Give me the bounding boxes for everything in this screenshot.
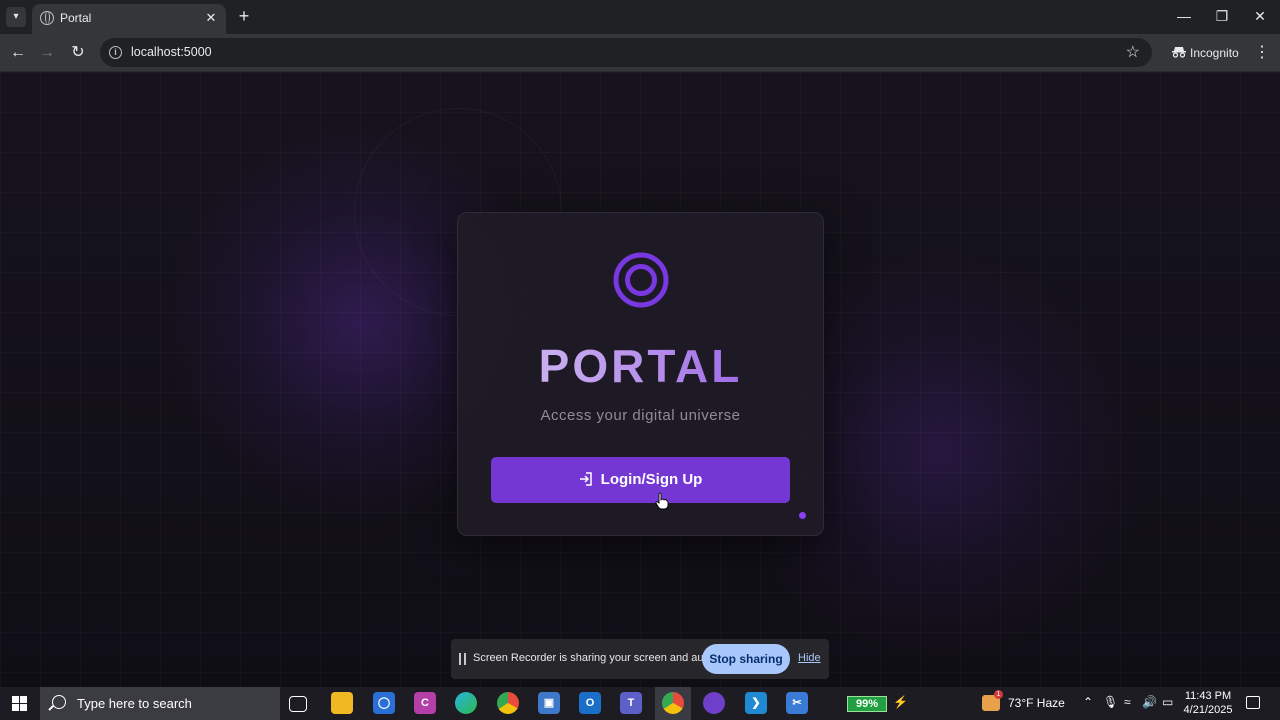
defender-icon[interactable]: ◯ (373, 692, 395, 714)
notification-center-icon[interactable] (1246, 696, 1260, 709)
taskbar-clock[interactable]: 11:43 PM 4/21/2025 (1182, 689, 1234, 717)
hand-cursor-icon (655, 492, 669, 510)
taskbar-search-box[interactable]: Type here to search (40, 687, 280, 720)
incognito-indicator[interactable]: Incognito (1164, 38, 1248, 67)
weather-badge: 1 (994, 690, 1003, 699)
weather-text[interactable]: 73°F Haze (1008, 696, 1065, 710)
taskbar-search-placeholder: Type here to search (77, 696, 192, 711)
site-info-icon[interactable]: i (109, 46, 122, 59)
restore-button[interactable]: ❐ (1210, 6, 1234, 26)
bookmark-star-icon[interactable]: ☆ (1126, 42, 1140, 62)
chrome-incognito-icon[interactable] (662, 692, 684, 714)
login-button-label: Login/Sign Up (600, 471, 703, 488)
charging-plug-icon: ⚡ (893, 695, 908, 709)
remote-desktop-icon[interactable]: ▣ (538, 692, 560, 714)
c-app-icon[interactable]: C (414, 692, 436, 714)
tab-title: Portal (60, 11, 92, 25)
close-window-button[interactable]: ✕ (1248, 6, 1272, 26)
globe-icon (40, 11, 54, 25)
task-view-icon[interactable] (289, 696, 307, 712)
share-message: Screen Recorder is sharing your screen a… (473, 652, 722, 664)
url-text[interactable]: localhost:5000 (131, 45, 212, 59)
back-button[interactable]: ← (7, 42, 29, 64)
browser-tab[interactable]: Portal ✕ (32, 4, 226, 34)
login-signup-button[interactable]: Login/Sign Up (491, 457, 790, 503)
brand-title: PORTAL (458, 339, 823, 393)
forward-button[interactable]: → (36, 42, 58, 64)
tagline: Access your digital universe (540, 407, 741, 424)
hide-link[interactable]: Hide (798, 652, 821, 664)
snipping-tool-icon[interactable]: ✂ (786, 692, 808, 714)
windows-start-icon[interactable] (12, 696, 28, 712)
clock-time: 11:43 PM (1184, 690, 1232, 702)
github-desktop-icon[interactable] (703, 692, 725, 714)
reload-button[interactable]: ↻ (67, 42, 89, 64)
portal-logo-icon (613, 252, 669, 308)
microphone-icon[interactable]: 🎙 (1103, 695, 1118, 709)
minimize-button[interactable]: — (1172, 6, 1196, 26)
teams-icon[interactable]: T (620, 692, 642, 714)
pause-icon (459, 653, 466, 665)
clock-date: 4/21/2025 (1183, 704, 1233, 716)
new-tab-button[interactable]: + (234, 6, 254, 26)
screen-share-bar: Screen Recorder is sharing your screen a… (451, 639, 829, 679)
browser-toolbar: ← → ↻ i localhost:5000 ☆ Incognito ⋮ (0, 34, 1280, 72)
windows-taskbar: Type here to search ◯ C ▣ O T ❯ ✂ 99% ⚡ … (0, 687, 1280, 720)
browser-tab-strip: ▾ Portal ✕ + — ❐ ✕ (0, 0, 1280, 34)
browser-menu-icon[interactable]: ⋮ (1254, 42, 1270, 64)
wifi-icon[interactable]: ≈ (1124, 695, 1131, 709)
battery-indicator[interactable]: 99% (847, 696, 887, 712)
login-icon (579, 472, 592, 486)
address-bar[interactable]: i localhost:5000 ☆ (100, 38, 1152, 67)
battery-tray-icon[interactable]: ▭ (1162, 695, 1173, 709)
status-dot (799, 512, 806, 519)
search-icon (52, 695, 66, 709)
page-viewport: PORTAL Access your digital universe Logi… (0, 72, 1280, 687)
incognito-label: Incognito (1190, 46, 1239, 60)
outlook-icon[interactable]: O (579, 692, 601, 714)
stop-sharing-button[interactable]: Stop sharing (702, 644, 790, 674)
file-explorer-icon[interactable] (331, 692, 353, 714)
login-card: PORTAL Access your digital universe Logi… (457, 212, 824, 536)
tab-search-icon[interactable]: ▾ (6, 7, 26, 27)
volume-icon[interactable]: 🔊 (1142, 695, 1157, 709)
close-tab-icon[interactable]: ✕ (202, 9, 220, 27)
tray-chevron-icon[interactable]: ⌃ (1083, 695, 1093, 709)
chrome-icon[interactable] (497, 692, 519, 714)
edge-icon[interactable] (455, 692, 477, 714)
vscode-icon[interactable]: ❯ (745, 692, 767, 714)
incognito-icon (1172, 47, 1186, 58)
